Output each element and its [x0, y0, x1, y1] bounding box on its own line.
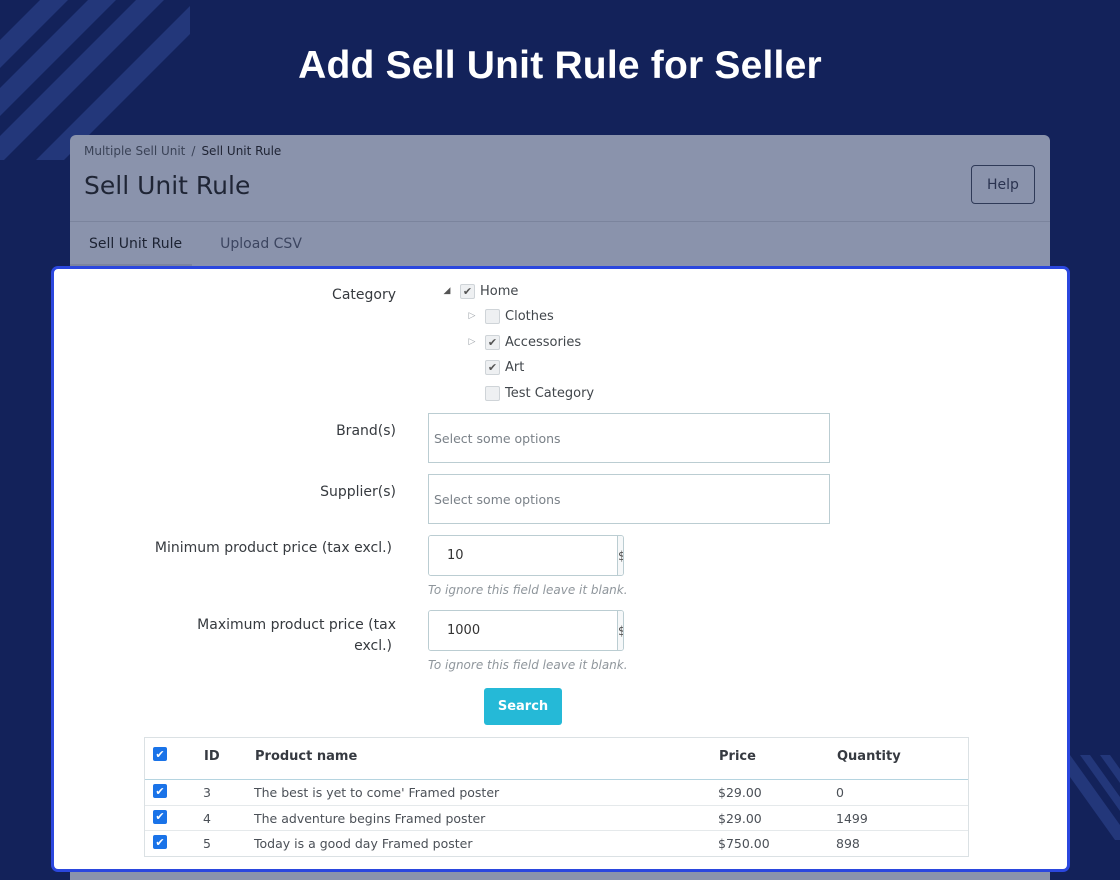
max-price-input[interactable] [429, 611, 617, 650]
hero-title: Add Sell Unit Rule for Seller [298, 44, 822, 87]
min-price-group: $ [428, 535, 624, 576]
min-price-help: To ignore this field leave it blank. [428, 583, 628, 597]
column-price: Price [719, 749, 756, 764]
check-icon: ✔ [462, 284, 473, 298]
cell-product-name: The adventure begins Framed poster [254, 810, 486, 826]
tree-label-clothes: Clothes [505, 308, 554, 324]
cell-id: 4 [203, 810, 211, 826]
row-checkbox[interactable]: ✔ [153, 784, 167, 798]
search-button[interactable]: Search [484, 688, 562, 725]
category-label: Category [332, 287, 396, 303]
cell-price: $29.00 [718, 810, 762, 826]
breadcrumb-parent[interactable]: Multiple Sell Unit [84, 144, 185, 158]
breadcrumb-current: Sell Unit Rule [201, 144, 282, 158]
breadcrumb: Multiple Sell Unit / Sell Unit Rule [84, 144, 281, 158]
min-price-currency: $ [617, 536, 623, 575]
checkbox-test-category[interactable] [485, 385, 500, 401]
checkbox-art[interactable]: ✔ [485, 359, 500, 375]
tree-label-art: Art [505, 359, 525, 375]
checkbox-accessories[interactable]: ✔ [485, 334, 500, 350]
tab-sell-unit-rule[interactable]: Sell Unit Rule [70, 222, 201, 266]
cell-price: $29.00 [718, 785, 762, 800]
tree-label-home: Home [480, 283, 519, 299]
checkbox-clothes[interactable] [485, 308, 500, 324]
max-price-group: $ [428, 610, 624, 651]
tree-item-art[interactable]: ✔ Art [485, 357, 524, 377]
column-id: ID [204, 749, 220, 764]
cell-id: 5 [203, 836, 211, 851]
table-row[interactable]: ✔ 3 The best is yet to come' Framed post… [145, 780, 968, 806]
row-checkbox[interactable]: ✔ [153, 835, 167, 849]
checkbox-home[interactable]: ✔ [460, 283, 475, 299]
brands-label: Brand(s) [336, 423, 396, 439]
caret-down-icon[interactable]: ◢ [442, 286, 452, 296]
column-product-name: Product name [255, 749, 358, 764]
tree-item-test-category[interactable]: Test Category [485, 383, 594, 403]
table-header: ✔ ID Product name Price Quantity [145, 738, 968, 780]
cell-id: 3 [203, 785, 211, 800]
brands-select[interactable]: Select some options [428, 413, 830, 463]
min-price-label: Minimum product price (tax excl.) [154, 540, 392, 556]
tree-item-home[interactable]: ◢ ✔ Home [442, 281, 518, 301]
select-all-checkbox[interactable]: ✔ [153, 747, 167, 761]
row-checkbox[interactable]: ✔ [153, 809, 167, 824]
check-icon: ✔ [487, 360, 498, 374]
table-row[interactable]: ✔ 5 Today is a good day Framed poster $7… [145, 831, 968, 857]
tab-bar: Sell Unit Rule Upload CSV [70, 222, 321, 266]
max-price-help: To ignore this field leave it blank. [428, 658, 628, 672]
suppliers-select[interactable]: Select some options [428, 474, 830, 524]
rule-form-card: Category ◢ ✔ Home ▷ Clothes ▷ ✔ Accessor… [51, 266, 1070, 872]
cell-product-name: Today is a good day Framed poster [254, 836, 473, 851]
min-price-input[interactable] [429, 536, 617, 575]
cell-product-name: The best is yet to come' Framed poster [254, 785, 500, 800]
caret-right-icon[interactable]: ▷ [467, 337, 477, 347]
cell-quantity: 898 [836, 836, 860, 851]
tree-label-test-category: Test Category [505, 385, 595, 401]
cell-quantity: 1499 [836, 810, 868, 826]
help-button[interactable]: Help [971, 165, 1035, 204]
max-price-label: Maximum product price (tax excl.) [154, 615, 396, 657]
cell-price: $750.00 [718, 836, 770, 851]
tree-label-accessories: Accessories [505, 334, 582, 350]
table-row[interactable]: ✔ 4 The adventure begins Framed poster $… [145, 806, 968, 831]
tree-item-accessories[interactable]: ▷ ✔ Accessories [467, 332, 581, 352]
tree-item-clothes[interactable]: ▷ Clothes [467, 306, 554, 326]
page-title: Sell Unit Rule [84, 171, 251, 200]
column-quantity: Quantity [837, 749, 901, 764]
caret-right-icon[interactable]: ▷ [467, 311, 477, 321]
breadcrumb-separator: / [191, 144, 196, 158]
max-price-currency: $ [617, 611, 623, 650]
suppliers-label: Supplier(s) [320, 484, 396, 500]
max-price-label-line1: Maximum product price (tax [197, 617, 396, 633]
product-table: ✔ ID Product name Price Quantity ✔ 3 The… [144, 737, 969, 857]
cell-quantity: 0 [836, 785, 844, 800]
tab-upload-csv[interactable]: Upload CSV [201, 222, 321, 266]
check-icon: ✔ [487, 335, 498, 349]
max-price-label-line2: excl.) [354, 638, 392, 654]
